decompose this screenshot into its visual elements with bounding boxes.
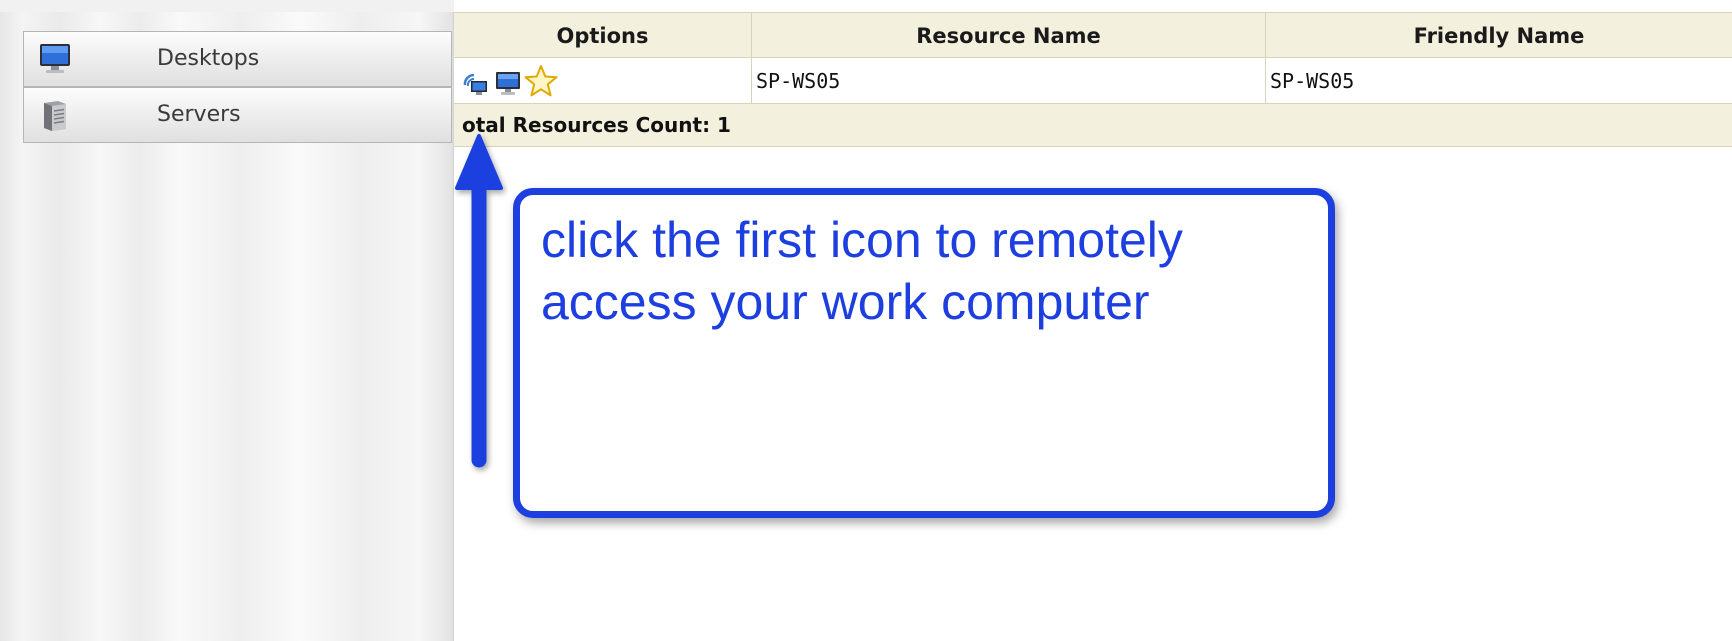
sidebar: Desktops Servers xyxy=(0,0,454,641)
annotation-callout: click the first icon to remotely access … xyxy=(513,188,1335,518)
options-cell xyxy=(454,58,752,104)
table-footer-row: otal Resources Count: 1 xyxy=(454,104,1732,147)
table-header-row: Options Resource Name Friendly Name xyxy=(454,12,1732,59)
annotation-text: click the first icon to remotely access … xyxy=(541,212,1183,330)
monitor-icon[interactable] xyxy=(494,67,522,95)
friendly-name-cell: SP-WS05 xyxy=(1270,69,1355,93)
sidebar-item-label: Servers xyxy=(157,102,241,127)
panel-top-strip xyxy=(454,0,1732,12)
favorite-star-icon[interactable] xyxy=(524,64,558,98)
resource-name-cell: SP-WS05 xyxy=(752,58,1266,104)
annotation-arrow-icon xyxy=(455,134,503,468)
remote-desktop-portal: Desktops Servers Options Resource Name F… xyxy=(0,0,1732,641)
column-header-options[interactable]: Options xyxy=(454,13,752,59)
sidebar-item-label: Desktops xyxy=(157,46,260,71)
column-header-friendly-name[interactable]: Friendly Name xyxy=(1266,13,1732,59)
remote-access-icon[interactable] xyxy=(462,67,490,95)
sidebar-item-servers[interactable]: Servers xyxy=(23,87,452,143)
sidebar-item-desktops[interactable]: Desktops xyxy=(23,31,452,87)
server-icon xyxy=(38,98,72,132)
sidebar-top-strip xyxy=(0,0,454,12)
desktop-monitor-icon xyxy=(38,42,72,76)
column-header-resource-name[interactable]: Resource Name xyxy=(752,13,1266,59)
table-row: SP-WS05 SP-WS05 xyxy=(454,58,1732,104)
